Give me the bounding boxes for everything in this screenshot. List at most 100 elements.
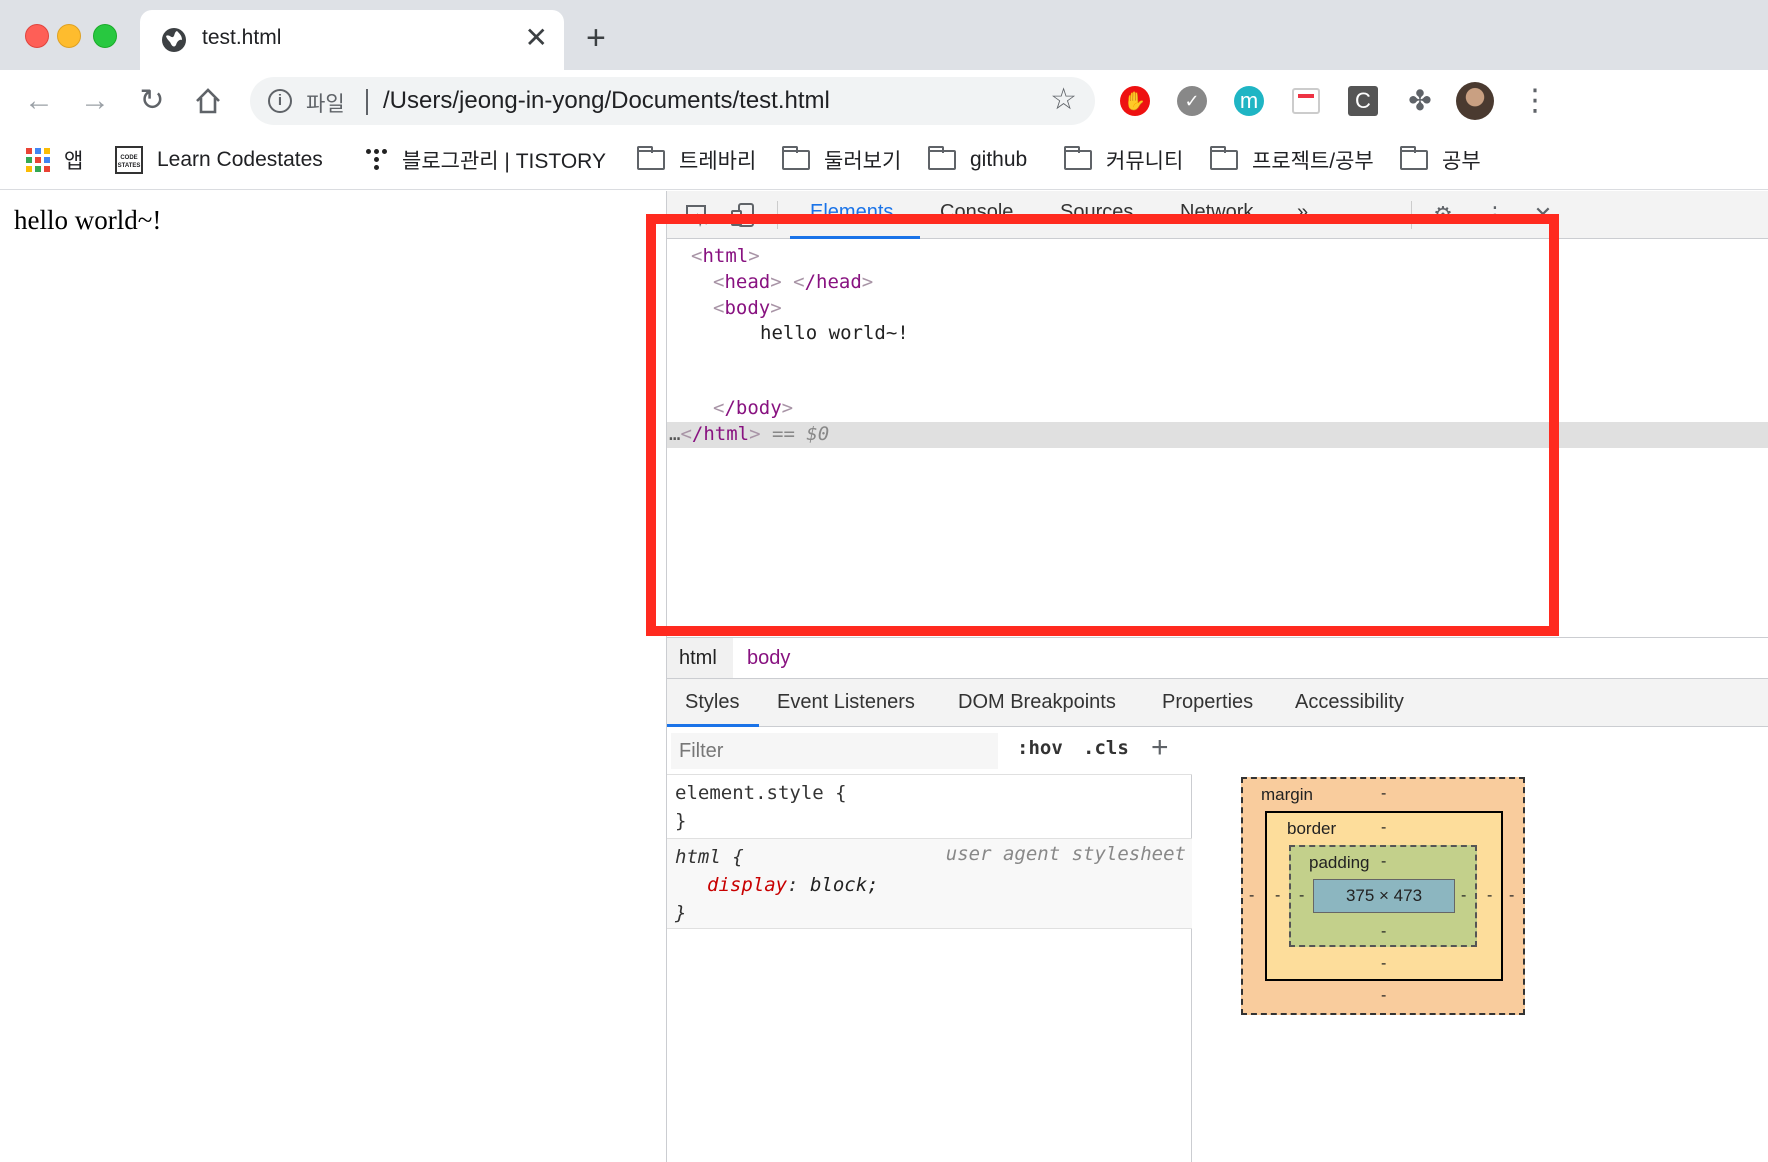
m-extension-icon[interactable]: m [1234, 86, 1264, 116]
reload-icon[interactable]: ↻ [135, 84, 169, 118]
folder-icon [637, 146, 665, 170]
bookmark-label: Learn Codestates [157, 148, 323, 171]
box-model-border[interactable]: border - - - - padding - - - - 375 × 473 [1265, 811, 1503, 981]
window-maximize-button[interactable] [93, 24, 117, 48]
bookmark-folder[interactable]: 둘러보기 [782, 144, 901, 176]
profile-avatar[interactable] [1456, 82, 1494, 120]
bookmark-codestates[interactable]: CODE STATES Learn Codestates [115, 144, 323, 176]
box-model-content[interactable]: 375 × 473 [1313, 879, 1455, 913]
page-body-text: hello world~! [14, 205, 162, 235]
browser-tab[interactable]: test.html ✕ [140, 10, 564, 70]
tab-strip: test.html ✕ + [0, 0, 1768, 70]
tab-title: test.html [202, 26, 282, 49]
html-ua-rule[interactable]: user agent stylesheet html { display: bl… [667, 839, 1192, 929]
margin-bottom-value: - [1381, 987, 1387, 1004]
tistory-icon [366, 149, 388, 171]
new-tab-icon[interactable]: + [586, 20, 606, 56]
border-label: border [1287, 819, 1337, 838]
box-model-pane: margin - - - - border - - - - padding - … [1193, 727, 1768, 1162]
apps-grid-icon [26, 148, 50, 172]
bookmark-folder[interactable]: 공부 [1400, 144, 1481, 176]
bookmark-star-icon[interactable]: ☆ [1050, 83, 1077, 117]
bookmark-label: 블로그관리 | TISTORY [402, 150, 606, 173]
tab-dom-breakpoints[interactable]: DOM Breakpoints [958, 691, 1116, 714]
address-bar[interactable]: i 파일 /Users/jeong-in-yong/Documents/test… [250, 77, 1095, 125]
breadcrumb-body[interactable]: body [747, 647, 790, 670]
padding-top-value: - [1381, 853, 1387, 870]
scheme-label: 파일 [306, 93, 345, 116]
tab-event-listeners[interactable]: Event Listeners [777, 691, 915, 714]
breadcrumb-html[interactable]: html [667, 638, 733, 678]
styles-filter-input[interactable]: Filter [671, 733, 998, 769]
bookmark-folder[interactable]: 프로젝트/공부 [1210, 144, 1374, 176]
rule-close: } [675, 810, 687, 832]
c-extension-icon[interactable]: C [1348, 86, 1378, 116]
margin-label: margin [1261, 785, 1313, 804]
close-tab-icon[interactable]: ✕ [525, 22, 548, 54]
bookmark-folder[interactable]: github [928, 144, 1027, 176]
adblock-extension-icon[interactable]: ✋ [1120, 86, 1150, 116]
home-icon[interactable] [193, 86, 223, 116]
url-text[interactable]: /Users/jeong-in-yong/Documents/test.html [383, 87, 830, 115]
rule-selector: element.style { [675, 782, 847, 804]
padding-left-value: - [1299, 887, 1305, 904]
forward-arrow-icon[interactable]: → [78, 84, 112, 118]
folder-icon [1400, 146, 1428, 170]
divider [366, 89, 368, 115]
page-viewport: hello world~! [0, 191, 666, 1162]
padding-right-value: - [1461, 887, 1467, 904]
bookmark-label: 커뮤니티 [1106, 150, 1184, 173]
margin-left-value: - [1249, 887, 1255, 904]
folder-icon [928, 146, 956, 170]
globe-icon [162, 28, 186, 52]
back-arrow-icon[interactable]: ← [22, 84, 56, 118]
tab-accessibility[interactable]: Accessibility [1295, 691, 1404, 714]
folder-icon [1210, 146, 1238, 170]
styles-pane: Filter :hov .cls + element.style { } use… [667, 727, 1192, 1162]
more-menu-icon[interactable]: ⋮ [1520, 82, 1550, 120]
window-close-button[interactable] [25, 24, 49, 48]
bookmarks-bar: 앱 CODE STATES Learn Codestates 블로그관리 | TI… [0, 132, 1768, 190]
box-model-padding[interactable]: padding - - - - 375 × 473 [1289, 845, 1477, 947]
margin-right-value: - [1509, 887, 1515, 904]
styles-filter-row: Filter :hov .cls + [667, 727, 1192, 775]
bookmark-folder[interactable]: 트레바리 [637, 144, 756, 176]
element-style-rule[interactable]: element.style { } [667, 775, 1192, 839]
box-model-margin[interactable]: margin - - - - border - - - - padding - … [1241, 777, 1525, 1015]
border-bottom-value: - [1381, 955, 1387, 972]
extensions-puzzle-icon[interactable]: ✤ [1405, 86, 1435, 116]
info-icon[interactable]: i [268, 89, 292, 113]
folder-icon [1064, 146, 1092, 170]
bookmark-label: 공부 [1442, 150, 1481, 173]
padding-label: padding [1309, 853, 1370, 872]
hov-toggle-button[interactable]: :hov [1017, 737, 1063, 759]
bookmark-label: 둘러보기 [824, 150, 902, 173]
border-top-value: - [1381, 819, 1387, 836]
rule-declaration[interactable]: display: block; [675, 871, 1192, 899]
bookmark-folder[interactable]: 커뮤니티 [1064, 144, 1183, 176]
bookmark-label: 프로젝트/공부 [1252, 150, 1374, 173]
bookmark-label: 앱 [64, 150, 84, 173]
sidebar-tabs: Styles Event Listeners DOM Breakpoints P… [667, 679, 1768, 727]
tab-styles[interactable]: Styles [685, 691, 739, 714]
folder-icon [782, 146, 810, 170]
padding-bottom-value: - [1381, 923, 1387, 940]
browser-toolbar: ← → ↻ i 파일 /Users/jeong-in-yong/Document… [0, 70, 1768, 132]
bookmark-tistory[interactable]: 블로그관리 | TISTORY [366, 144, 606, 176]
bookmark-apps[interactable]: 앱 [26, 144, 83, 176]
ua-stylesheet-label: user agent stylesheet [945, 843, 1186, 865]
rule-close: } [675, 902, 687, 924]
check-extension-icon[interactable]: ✓ [1177, 86, 1207, 116]
breadcrumb: html body [667, 637, 1768, 679]
codestates-icon: CODE STATES [115, 146, 143, 174]
cls-toggle-button[interactable]: .cls [1083, 737, 1129, 759]
bookmark-label: 트레바리 [679, 150, 757, 173]
bookmark-label: github [970, 148, 1028, 171]
margin-top-value: - [1381, 785, 1387, 802]
tab-properties[interactable]: Properties [1162, 691, 1253, 714]
highlight-annotation [646, 214, 1559, 636]
news-extension-icon[interactable] [1292, 88, 1320, 114]
new-rule-plus-icon[interactable]: + [1151, 731, 1169, 765]
border-right-value: - [1487, 887, 1493, 904]
window-minimize-button[interactable] [57, 24, 81, 48]
